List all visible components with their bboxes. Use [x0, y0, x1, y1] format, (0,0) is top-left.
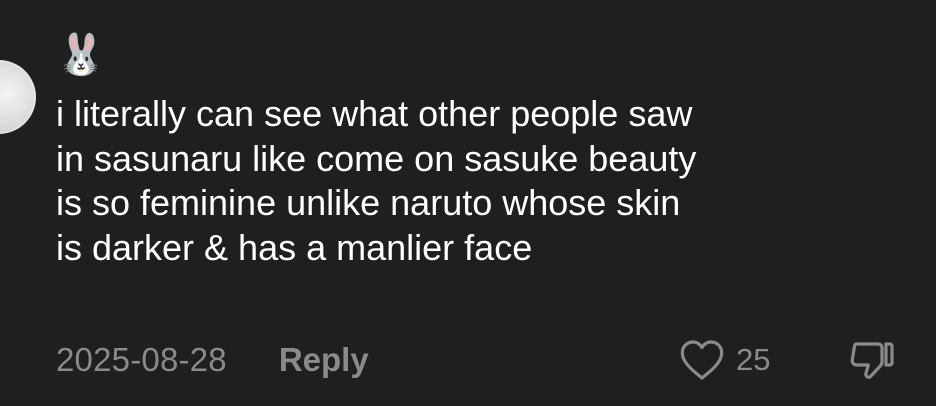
- comment-text: i literally can see what other people sa…: [56, 93, 697, 268]
- comment-meta: 2025-08-28 Reply 25: [56, 336, 916, 384]
- avatar[interactable]: [0, 60, 36, 134]
- reply-button[interactable]: Reply: [279, 341, 369, 379]
- dislike-button[interactable]: [848, 338, 896, 382]
- heart-icon: [678, 338, 726, 382]
- like-count: 25: [736, 342, 771, 377]
- thumbs-down-icon: [848, 338, 896, 382]
- username[interactable]: 🐰: [56, 30, 106, 80]
- like-button[interactable]: 25: [678, 336, 770, 384]
- avatar-ring: [0, 60, 36, 134]
- comment-date: 2025-08-28: [56, 341, 227, 378]
